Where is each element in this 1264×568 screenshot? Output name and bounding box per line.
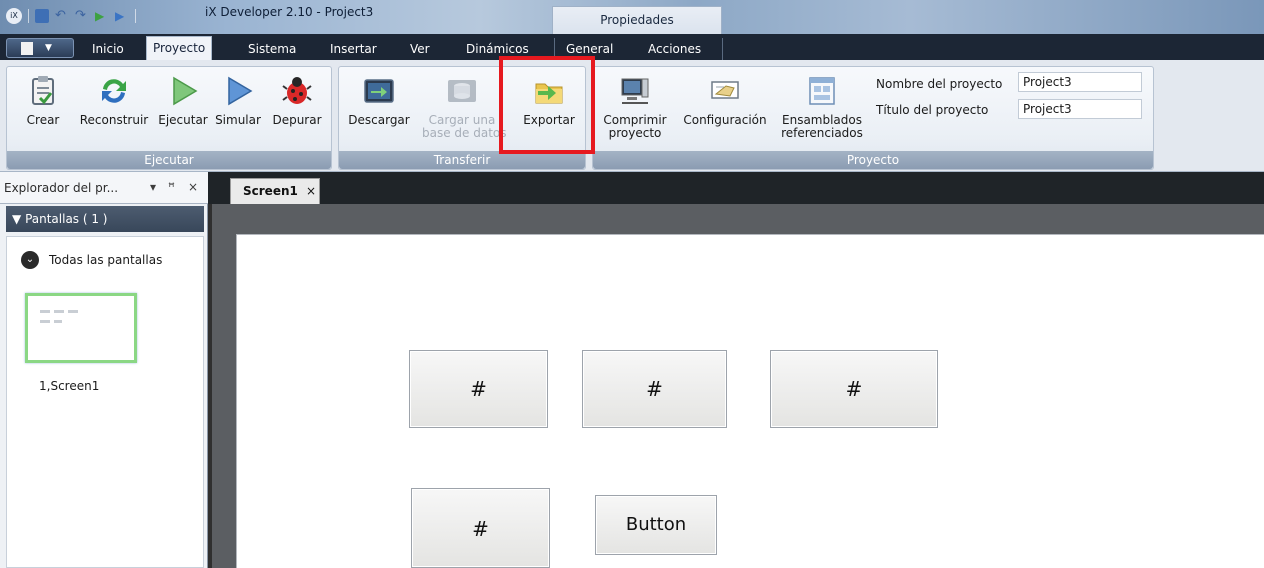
configuracion-icon: [711, 81, 739, 99]
descargar-label: Descargar: [348, 113, 410, 127]
configuracion-label: Configuración: [683, 113, 767, 127]
ensamblados-referenciados-button[interactable]: Ensamblados referenciados: [776, 74, 868, 140]
close-icon[interactable]: ×: [188, 180, 198, 194]
section-pantallas-label: Pantallas ( 1 ): [25, 212, 108, 226]
ensamblados-icon: [809, 77, 835, 105]
all-screens-toggle[interactable]: ⌄ Todas las pantallas: [21, 251, 162, 269]
reconstruir-icon: [102, 79, 126, 103]
descargar-icon: [364, 79, 394, 103]
screens-list: ⌄ Todas las pantallas 1,Screen1: [6, 236, 204, 568]
document-icon: [21, 42, 33, 55]
tab-screen1[interactable]: Screen1 ×: [230, 178, 320, 204]
depurar-button[interactable]: Depurar: [266, 74, 328, 127]
redo-icon[interactable]: ↷: [75, 9, 89, 23]
cargar-bd-icon: [448, 80, 476, 102]
pin-icon[interactable]: ꟸ: [168, 180, 175, 194]
configuracion-button[interactable]: Configuración: [678, 74, 772, 127]
tab-screen1-label: Screen1: [243, 184, 298, 198]
reconstruir-label: Reconstruir: [79, 113, 149, 127]
ejecutar-label: Ejecutar: [158, 113, 208, 127]
tab-acciones[interactable]: Acciones: [642, 38, 707, 60]
tab-ver[interactable]: Ver: [404, 38, 436, 60]
tab-sistema[interactable]: Sistema: [242, 38, 302, 60]
panel-menu-icon[interactable]: ▾: [150, 180, 156, 194]
screen-thumbnail[interactable]: [25, 293, 137, 363]
tab-insertar[interactable]: Insertar: [324, 38, 383, 60]
screen-canvas[interactable]: [236, 234, 1264, 568]
title-bar: iX ↶ ↷ ▶ ▶ iX Developer 2.10 - Project3 …: [0, 0, 1264, 34]
window-title: iX Developer 2.10 - Project3: [205, 5, 374, 19]
cargar-label-2: base de datos: [422, 126, 507, 140]
undo-icon[interactable]: ↶: [55, 9, 69, 23]
simular-button[interactable]: Simular: [212, 74, 264, 127]
app-logo-icon[interactable]: iX: [6, 8, 22, 24]
save-icon[interactable]: [35, 9, 49, 23]
tab-inicio[interactable]: Inicio: [86, 38, 130, 60]
exportar-highlight-box: [499, 56, 595, 154]
screen-thumbnail-label[interactable]: 1,Screen1: [39, 379, 99, 393]
project-explorer-panel: Explorador del pr... ▾ ꟸ × ▼ Pantallas (…: [0, 172, 208, 568]
ensamblados-label-1: Ensamblados: [782, 113, 862, 127]
comprimir-label-1: Comprimir: [603, 113, 667, 127]
group-label-proyecto: Proyecto: [593, 151, 1153, 169]
cargar-base-datos-button[interactable]: Cargar una base de datos: [422, 74, 507, 140]
crear-button[interactable]: Crear: [20, 74, 66, 127]
crear-icon: [32, 76, 54, 105]
hmi-button-3[interactable]: #: [770, 350, 938, 428]
project-title-field[interactable]: [1018, 99, 1142, 119]
depurar-label: Depurar: [272, 113, 322, 127]
reconstruir-button[interactable]: Reconstruir: [74, 74, 154, 127]
simulate-icon[interactable]: ▶: [115, 9, 129, 23]
hmi-button-5[interactable]: Button: [595, 495, 717, 555]
run-icon[interactable]: ▶: [95, 9, 109, 23]
ejecutar-button[interactable]: Ejecutar: [156, 74, 210, 127]
depurar-icon: [282, 77, 312, 104]
simular-icon: [228, 76, 253, 106]
ensamblados-label-2: referenciados: [781, 126, 863, 140]
comprimir-label-2: proyecto: [608, 126, 662, 140]
project-name-field[interactable]: [1018, 72, 1142, 92]
hmi-button-4[interactable]: #: [411, 488, 550, 568]
file-menu-button[interactable]: ▼: [6, 38, 74, 58]
comprimir-proyecto-button[interactable]: Comprimir proyecto: [598, 74, 672, 140]
crear-label: Crear: [26, 113, 60, 127]
triangle-down-icon: ▼: [12, 212, 22, 226]
descargar-button[interactable]: Descargar: [344, 74, 414, 127]
comprimir-icon: [621, 78, 649, 104]
quick-access-toolbar: iX ↶ ↷ ▶ ▶: [6, 6, 136, 26]
group-label-ejecutar: Ejecutar: [7, 151, 331, 169]
contextual-tab-propiedades[interactable]: Propiedades: [552, 6, 722, 34]
explorer-header: Explorador del pr... ▾ ꟸ ×: [0, 172, 208, 204]
hmi-button-2[interactable]: #: [582, 350, 727, 428]
tab-close-icon[interactable]: ×: [306, 184, 316, 198]
all-screens-label: Todas las pantallas: [49, 253, 163, 267]
explorer-title: Explorador del pr...: [4, 181, 119, 195]
section-pantallas[interactable]: ▼ Pantallas ( 1 ): [6, 206, 204, 232]
chevron-down-icon: ▼: [45, 43, 52, 53]
chevron-down-circle-icon: ⌄: [21, 251, 39, 269]
cargar-label-1: Cargar una: [428, 113, 496, 127]
ejecutar-icon: [173, 76, 198, 106]
project-name-label: Nombre del proyecto: [876, 77, 1003, 91]
simular-label: Simular: [215, 113, 261, 127]
tab-proyecto[interactable]: Proyecto: [146, 36, 213, 60]
document-tab-strip: [208, 172, 1264, 204]
hmi-button-1[interactable]: #: [409, 350, 548, 428]
project-title-label: Título del proyecto: [876, 103, 989, 117]
